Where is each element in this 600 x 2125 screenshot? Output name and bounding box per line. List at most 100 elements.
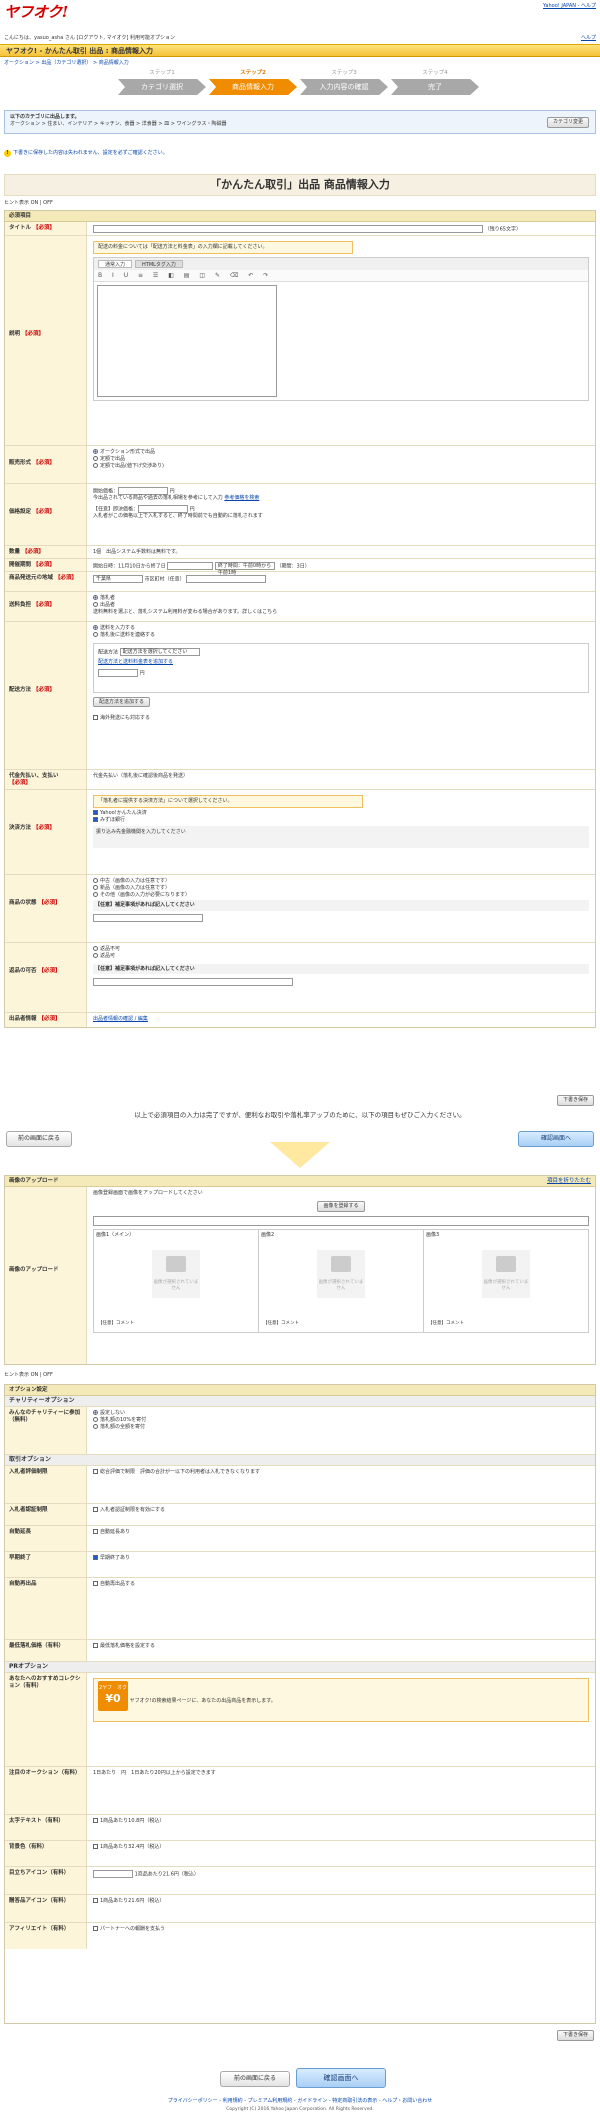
start-price-input[interactable] [118, 487, 169, 495]
page-title: 「かんたん取引」出品 商品情報入力 [4, 174, 596, 196]
condition-row: 商品の状態 【必須】 中古（画像の入力は任意です） 新品（画像の入力は任意です）… [5, 875, 595, 943]
image-slot[interactable]: 画像1（メイン） 画像が選択されていません 【任意】コメント [94, 1229, 259, 1332]
description-note: 配送の料金については「配送方法と料金表」の入力欄に記載してください。 [93, 241, 353, 254]
shipping-payer-option[interactable]: 落札者 [93, 595, 589, 602]
sell-type-option[interactable]: 定額で出品 [93, 455, 589, 463]
bank-note: 振り込み先金融機関を入力してください [93, 826, 589, 849]
category-box: 以下のカテゴリに出品します。 オークション > 住まい、インテリア > キッチン… [4, 110, 596, 134]
payment-row: 決済方法 【必須】 「落札者に提供する決済方法」について選択してください。 Ya… [5, 790, 595, 875]
option-row: 自動延長 自動延長あり [5, 1526, 595, 1552]
editor-toolbar[interactable]: B I U ≡ ☰ ◧ ▤ ◫ ✎ ⌫ ↶ ↷ [94, 269, 588, 282]
hint-toggle[interactable]: ヒント表示 ON | OFF [4, 200, 53, 207]
seller-info-row: 出品者情報 【必須】 出品者情報の確認 / 編集 [5, 1013, 595, 1027]
description-editor: 通常入力 HTMLタグ入力 B I U ≡ ☰ ◧ ▤ ◫ ✎ ⌫ ↶ ↷ [93, 256, 589, 401]
returns-detail-input[interactable] [93, 978, 293, 987]
option-row: 早期終了 早期終了あり [5, 1552, 595, 1578]
top-links[interactable]: Yahoo! JAPAN - ヘルプ [543, 3, 596, 10]
down-arrow-icon [270, 1142, 330, 1168]
delivery-option[interactable]: 落札後に送料を連絡する [93, 631, 589, 639]
price-reference-link[interactable]: 参考価格を検索 [224, 495, 259, 501]
hint-toggle-2[interactable]: ヒント表示 ON | OFF [4, 1372, 53, 1379]
prefecture-select[interactable]: 千葉県 [93, 575, 143, 583]
image-drop-field[interactable] [93, 1215, 589, 1226]
image-section-collapse[interactable]: 項目を折りたたむ [547, 1178, 591, 1185]
sell-type-row: 販売形式 【必須】 オークション形式で出品 定額で出品 定額で出品(値下げ交渉あ… [5, 446, 595, 484]
optional-intro-text: 以上で必須項目の入力は完了ですが、便利なお取引や落札率アップのために、以下の項目… [134, 1111, 466, 1119]
condition-option[interactable]: その他（画像の入力が必要になります） [93, 891, 589, 899]
pr-row: 贈答品アイコン（有料） 1商品あたり21.6円（税込） [5, 1895, 595, 1923]
condition-detail-input[interactable] [93, 914, 203, 922]
shipping-pay-row: 送料負担 【必須】 落札者 出品者 送料無料を選ぶと、落札システム利用料が変わる… [5, 592, 595, 622]
delivery-method-box: 配送方法 配送方法を選択してください 配送方法と送料料金表を追加する 円 [93, 642, 589, 693]
title-row: タイトル 【必須】 （残り65文字） [5, 222, 595, 236]
payment-option[interactable]: みずほ銀行 [93, 816, 589, 824]
prev-button-bottom[interactable]: 前の画面に戻る [220, 2071, 290, 2087]
page-titlebar: ヤフオク! - かんたん取引 出品 : 商品情報入力 [0, 44, 600, 57]
step-1: ステップ1 カテゴリ選択 [118, 70, 206, 98]
returns-option[interactable]: 返品不可 [93, 946, 589, 953]
sell-type-option[interactable]: オークション形式で出品 [93, 449, 589, 456]
required-section-header: 必須項目 [5, 211, 595, 222]
overseas-checkbox[interactable]: 海外発送にも対応する [93, 715, 589, 722]
delivery-add-link[interactable]: 配送方法と送料料金表を追加する [98, 659, 584, 666]
warning-line: ! 下書きに保存した内容は失われません、設定を必ずご確認ください。 [4, 150, 168, 157]
shipping-payer-option[interactable]: 出品者 [93, 601, 589, 609]
seller-info-link[interactable]: 出品者情報の確認 / 編集 [87, 1013, 595, 1027]
charity-option[interactable]: 落札額の10%を寄付 [93, 1416, 589, 1424]
prev-button[interactable]: 前の画面に戻る [6, 1131, 72, 1147]
charity-row: みんなのチャリティーに参加（無料） 設定しない 落札額の10%を寄付 落札額の全… [5, 1407, 595, 1455]
description-textarea[interactable] [97, 284, 277, 397]
category-title: 以下のカテゴリに出品します。 [10, 114, 80, 120]
step-indicator: ステップ1 カテゴリ選択 ステップ2 商品情報入力 ステップ3 入力内容の確認 ステッ… [118, 70, 482, 98]
option-section: オプション設定 チャリティーオプション みんなのチャリティーに参加（無料） 設定… [4, 1384, 596, 2024]
pr-row: 目立ちアイコン（有料） 1商品あたり21.6円（税込） [5, 1867, 595, 1895]
tab-normal-input[interactable]: 通常入力 [98, 259, 133, 268]
image-slot[interactable]: 画像3 画像が選択されていません 【任意】コメント [424, 1230, 588, 1332]
description-row: 説明 【必須】 配送の料金については「配送方法と料金表」の入力欄に記載してくださ… [5, 236, 595, 446]
add-delivery-button[interactable]: 配送方法を追加する [93, 696, 151, 708]
required-section: 必須項目 タイトル 【必須】 （残り65文字） 説明 【必須】 配送の料金につい… [4, 210, 596, 1028]
delivery-method-select[interactable]: 配送方法を選択してください [119, 647, 200, 656]
step-3: ステップ3 入力内容の確認 [300, 70, 388, 98]
city-input[interactable] [186, 575, 267, 583]
image-slot[interactable]: 画像2 画像が選択されていません 【任意】コメント [259, 1229, 424, 1332]
delivery-option[interactable]: 送料を入力する [93, 625, 589, 632]
save-draft-button-bottom[interactable]: 下書き保存 [556, 2030, 594, 2041]
end-date-select[interactable] [167, 562, 214, 570]
next-button-bottom[interactable]: 確認画面へ [296, 2068, 386, 2088]
buyout-price-input[interactable] [138, 505, 189, 513]
next-button[interactable]: 確認画面へ [518, 1131, 594, 1147]
delivery-row: 配送方法 【必須】 送料を入力する 落札後に送料を連絡する 配送方法 配送方法を… [5, 622, 595, 770]
end-time-select[interactable]: 終了時間：午前0時から午前1時 [214, 562, 275, 576]
tab-html-input[interactable]: HTMLタグ入力 [135, 259, 183, 268]
copyright: Copyright (C) 2016 Yahoo Japan Corporati… [226, 2107, 374, 2112]
returns-row: 返品の可否 【必須】 返品不可 返品可 【任意】補足事項があれば記入してください [5, 943, 595, 1013]
payment-option[interactable]: Yahoo!かんたん決済 [93, 809, 589, 817]
quantity-row: 数量 【必須】 1個 出品システム手数料は無料です。 [5, 546, 595, 559]
category-change-button[interactable]: カテゴリ変更 [546, 117, 589, 128]
charity-option[interactable]: 設定しない [93, 1410, 589, 1417]
returns-option[interactable]: 返品可 [93, 952, 589, 960]
image-section: 画像のアップロード 項目を折りたたむ 画像のアップロード 画像登録画面で画像をアッ… [4, 1175, 596, 1365]
payment-note: 「落札者に提供する決済方法」について選択してください。 [93, 795, 363, 808]
charity-option[interactable]: 落札額の全額を寄付 [93, 1423, 589, 1431]
option-row: 入札者評価制限 総合評価で制限 評価の合計が一以下の利用者は入札できなくなります [5, 1466, 595, 1504]
sell-type-option[interactable]: 定額で出品(値下げ交渉あり) [93, 462, 589, 470]
condition-option[interactable]: 新品（画像の入力は任意です） [93, 884, 589, 892]
pr-row: アフィリエイト（有料） パートナーへの報酬を支払う [5, 1923, 595, 1949]
help-link[interactable]: ヘルプ [581, 35, 596, 42]
breadcrumb[interactable]: オークション > 出品（カテゴリ選択） > 商品情報入力 [4, 60, 129, 67]
pr-row: 背景色（有料） 1商品あたり32.4円（税込） [5, 1841, 595, 1867]
image-slots: 画像1（メイン） 画像が選択されていません 【任意】コメント 画像2 画像が選択されて… [93, 1228, 589, 1333]
save-draft-button[interactable]: 下書き保存 [556, 1095, 594, 1106]
option-row: 入札者認証制限 入札者認証制限を有効にする [5, 1504, 595, 1526]
footer-links[interactable]: プライバシーポリシー - 利用規約 - プレミアム利用規約 - ガイドライン -… [0, 2098, 600, 2105]
yahuoku-logo[interactable]: ヤフオク! [4, 2, 68, 22]
condition-option[interactable]: 中古（画像の入力は任意です） [93, 878, 589, 885]
coupon-badge: 2ヤフ オク ¥0 [98, 1681, 128, 1711]
shipping-fee-input[interactable] [98, 668, 138, 677]
step-2: ステップ2 商品情報入力 [209, 70, 297, 98]
title-input[interactable] [93, 225, 483, 233]
location-row: 商品発送元の地域 【必須】 千葉県 市区町村（任意） [5, 572, 595, 592]
upload-image-button[interactable]: 画像を登録する [317, 1200, 365, 1212]
